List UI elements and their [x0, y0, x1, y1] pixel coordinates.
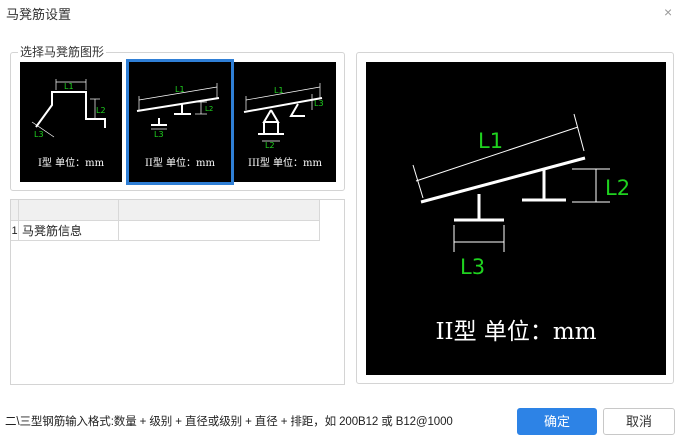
dialog-title: 马凳筋设置 — [6, 7, 72, 22]
type1-caption: I型 单位：mm — [37, 158, 105, 169]
ok-button[interactable]: 确定 — [517, 408, 597, 435]
preview-l3-label: L3 — [460, 255, 485, 279]
shape-option-type2[interactable]: L1 L2 L3 II型 单位：mm — [126, 59, 234, 185]
grid-corner-header — [11, 200, 19, 221]
type3-l1-label: L1 — [274, 86, 284, 95]
type3-l3-label: L3 — [314, 99, 324, 108]
type2-l3-label: L3 — [154, 130, 164, 139]
type3-l2-label: L2 — [265, 141, 275, 150]
grid-row-number: 1 — [11, 221, 19, 241]
type2-caption: II型 单位：mm — [144, 158, 216, 169]
grid-header-name — [19, 200, 119, 221]
shape-option-type3[interactable]: L1 L3 L2 III型 单位：mm — [234, 62, 336, 182]
type1-l3-label: L3 — [34, 130, 44, 139]
grid-row-name[interactable]: 马凳筋信息 — [19, 221, 119, 241]
input-format-hint: 二\三型钢筋输入格式:数量 + 级别 + 直径或级别 + 直径 + 排距，如 2… — [5, 416, 453, 428]
preview-l2-label: L2 — [605, 176, 630, 200]
cancel-button[interactable]: 取消 — [603, 408, 675, 435]
type2-l1-label: L1 — [175, 85, 185, 94]
type1-l1-label: L1 — [64, 82, 74, 91]
grid-header-value — [119, 200, 320, 221]
type1-l2-label: L2 — [96, 106, 106, 115]
shape-group-legend: 选择马凳筋图形 — [18, 43, 107, 60]
preview-l1-label: L1 — [478, 129, 503, 153]
type3-caption: III型 单位：mm — [248, 158, 322, 169]
preview-caption: II型 单位：mm — [435, 319, 597, 345]
property-grid: 1 马凳筋信息 — [10, 199, 345, 385]
close-icon[interactable]: × — [664, 5, 675, 19]
grid-row-value[interactable] — [119, 221, 320, 241]
preview-canvas: L1 L2 L3 II型 单位：mm — [366, 62, 666, 375]
shape-option-type1[interactable]: L1 L2 L3 I型 单位：mm — [20, 62, 122, 182]
type2-l2-label: L2 — [205, 105, 213, 113]
